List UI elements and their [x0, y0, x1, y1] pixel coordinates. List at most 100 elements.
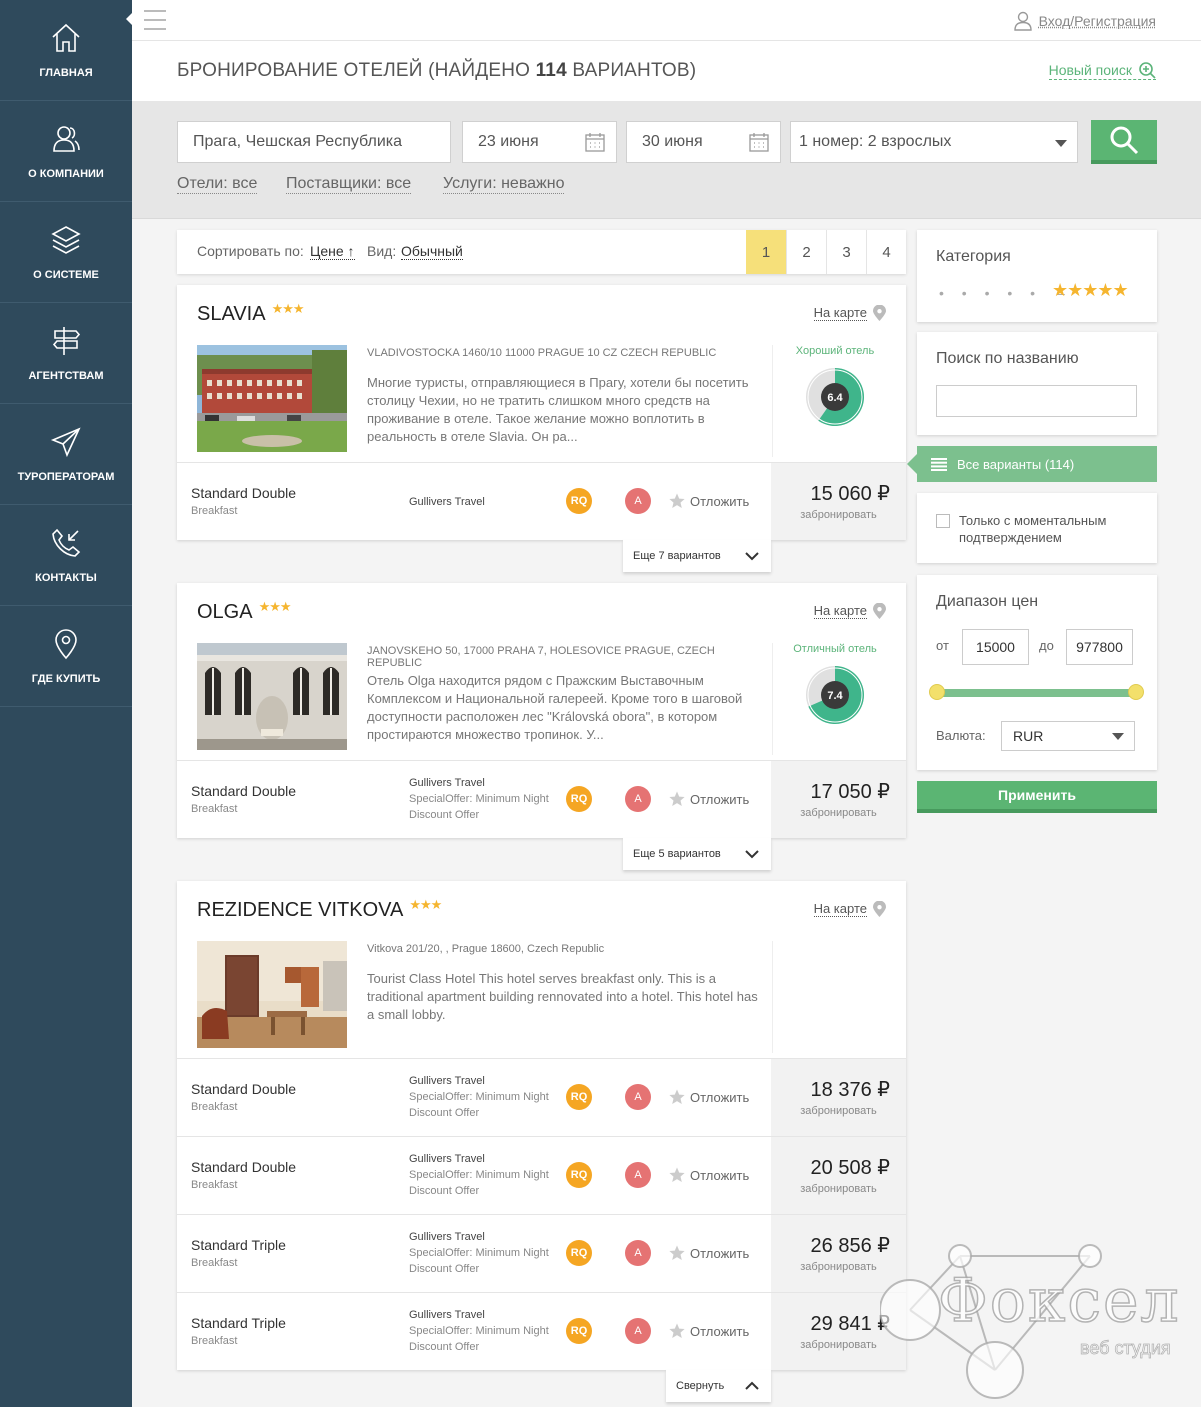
book-price-button[interactable]: 18 376 ₽ забронировать — [771, 1059, 906, 1136]
page-1-button[interactable]: 1 — [746, 230, 786, 274]
calendar-icon[interactable] — [748, 131, 770, 153]
price-slider-min-handle[interactable] — [929, 684, 945, 700]
star-icon — [669, 1167, 685, 1182]
users-icon — [53, 126, 80, 152]
services-filter-link[interactable]: Услуги: неважно — [443, 175, 565, 194]
postpone-button[interactable]: Отложить — [669, 493, 749, 509]
hotel-stars: ★★★ — [271, 301, 305, 316]
supplier-name: Gullivers Travel — [409, 496, 485, 508]
nav-item-touroperators[interactable]: ТУРОПЕРАТОРАМ — [0, 404, 132, 505]
book-price-button[interactable]: 29 841 ₽ забронировать — [771, 1293, 906, 1370]
chevron-up-icon — [745, 1381, 759, 1390]
watermark-logo: Фоксел веб студия — [880, 1240, 1201, 1407]
all-variants-button[interactable]: Все варианты (114) — [907, 446, 1157, 482]
currency-select[interactable]: RUR — [1001, 721, 1135, 751]
book-price-button[interactable]: 17 050 ₽ забронировать — [771, 761, 906, 838]
nav-item-contacts[interactable]: КОНТАКТЫ — [0, 505, 132, 606]
checkout-date-input[interactable]: 30 июня — [626, 121, 781, 163]
page-2-button[interactable]: 2 — [786, 230, 826, 274]
top-bar: Вход/Регистрация — [132, 0, 1201, 41]
checkin-date-input[interactable]: 23 июня — [462, 121, 617, 163]
postpone-button[interactable]: Отложить — [669, 1089, 749, 1105]
page-4-button[interactable]: 4 — [866, 230, 906, 274]
hotel-rating: Хороший отель 6.4 — [772, 345, 896, 457]
chevron-down-icon — [1055, 140, 1067, 147]
nav-item-where-to-buy[interactable]: ГДЕ КУПИТЬ — [0, 606, 132, 707]
paper-plane-icon — [50, 427, 81, 458]
star-icon — [669, 1245, 685, 1260]
guests-select[interactable]: 1 номер: 2 взрослых — [790, 121, 1078, 163]
book-price-button[interactable]: 20 508 ₽ забронировать — [771, 1137, 906, 1214]
hotel-description: Tourist Class Hotel This hotel serves br… — [367, 971, 758, 1022]
price-from-input[interactable]: 15000 — [962, 629, 1029, 665]
hotels-filter-link[interactable]: Отели: все — [177, 175, 258, 194]
postpone-button[interactable]: Отложить — [669, 1245, 749, 1261]
sort-by-price-link[interactable]: Цене ↑ — [310, 243, 355, 260]
collapse-variants-button[interactable]: Свернуть — [666, 1370, 771, 1402]
rating-score: 6.4 — [827, 392, 843, 404]
nav-item-agencies[interactable]: АГЕНТСТВАМ — [0, 303, 132, 404]
hotel-address: Vitkova 201/20, , Prague 18600, Czech Re… — [367, 943, 605, 955]
instant-confirmation-checkbox[interactable] — [936, 514, 950, 528]
new-search-link[interactable]: Новый поиск — [1048, 61, 1156, 80]
on-request-badge: RQ — [566, 1318, 592, 1344]
hotel-name[interactable]: SLAVIA ★★★ — [197, 301, 305, 326]
category-min-dots[interactable]: • • • • • – — [939, 285, 1065, 301]
login-link[interactable]: Вход/Регистрация — [1013, 11, 1156, 31]
apply-filters-button[interactable]: Применить — [917, 781, 1157, 813]
meal-plan: Breakfast — [191, 1101, 238, 1113]
meal-plan: Breakfast — [191, 505, 238, 517]
hotel-name[interactable]: OLGA ★★★ — [197, 599, 292, 624]
price-slider-max-handle[interactable] — [1128, 684, 1144, 700]
offer-row: Standard Double Breakfast Gullivers Trav… — [177, 1136, 906, 1214]
user-icon — [1013, 11, 1032, 31]
availability-badge: A — [625, 1084, 651, 1110]
show-on-map-link[interactable]: На карте — [813, 901, 886, 917]
postpone-button[interactable]: Отложить — [669, 1323, 749, 1339]
on-request-badge: RQ — [566, 1240, 592, 1266]
hotel-name-search-input[interactable] — [936, 385, 1137, 417]
destination-input[interactable]: Прага, Чешская Республика — [177, 121, 451, 163]
page-3-button[interactable]: 3 — [826, 230, 866, 274]
currency-label: Валюта: — [936, 728, 986, 743]
calendar-icon[interactable] — [584, 131, 606, 153]
postpone-button[interactable]: Отложить — [669, 791, 749, 807]
show-on-map-link[interactable]: На карте — [813, 305, 886, 321]
hotel-name[interactable]: REZIDENCE VITKOVA ★★★ — [197, 897, 442, 922]
menu-burger-icon[interactable] — [144, 10, 166, 30]
nav-item-label: ГДЕ КУПИТЬ — [31, 673, 101, 685]
hotel-photo[interactable] — [197, 643, 347, 750]
view-mode-link[interactable]: Обычный — [401, 243, 463, 260]
availability-badge: A — [625, 786, 651, 812]
postpone-button[interactable]: Отложить — [669, 1167, 749, 1183]
map-pin-icon — [873, 603, 886, 619]
book-price-button[interactable]: 26 856 ₽ забронировать — [771, 1215, 906, 1292]
nav-item-home[interactable]: ГЛАВНАЯ — [0, 0, 132, 101]
book-label: забронировать — [800, 1183, 877, 1195]
book-price-button[interactable]: 15 060 ₽ забронировать — [771, 463, 906, 540]
category-max-stars[interactable]: ★★★★★ — [1052, 280, 1129, 301]
category-title: Категория — [936, 248, 1011, 265]
supplier-info: Gullivers Travel SpecialOffer: Minimum Ni… — [409, 1153, 549, 1197]
nav-item-about-company[interactable]: О КОМПАНИИ — [0, 101, 132, 202]
on-request-badge: RQ — [566, 488, 592, 514]
hotel-photo[interactable] — [197, 345, 347, 452]
price-slider-track[interactable] — [936, 689, 1137, 697]
search-bar: Прага, Чешская Республика 23 июня 30 июн… — [132, 101, 1201, 219]
supplier-info: Gullivers Travel SpecialOffer: Minimum Ni… — [409, 1075, 549, 1119]
login-label: Вход/Регистрация — [1038, 13, 1156, 29]
page-header: БРОНИРОВАНИЕ ОТЕЛЕЙ (НАЙДЕНО 114 ВАРИАНТ… — [132, 41, 1201, 101]
suppliers-filter-link[interactable]: Поставщики: все — [286, 175, 412, 194]
more-variants-button[interactable]: Еще 5 вариантов — [623, 838, 771, 870]
price-to-input[interactable]: 977800 — [1066, 629, 1133, 665]
price: 18 376 ₽ — [810, 1079, 890, 1101]
show-on-map-link[interactable]: На карте — [813, 603, 886, 619]
search-button[interactable] — [1091, 120, 1157, 164]
nav-item-about-system[interactable]: О СИСТЕМЕ — [0, 202, 132, 303]
meal-plan: Breakfast — [191, 1257, 238, 1269]
hotel-photo[interactable] — [197, 941, 347, 1048]
nav-item-label: О СИСТЕМЕ — [33, 269, 99, 281]
hotel-address: JANOVSKEHO 50, 17000 PRAHA 7, HOLESOVICE… — [367, 645, 715, 669]
rating-label: Отличный отель — [793, 643, 877, 655]
more-variants-button[interactable]: Еще 7 вариантов — [623, 540, 771, 572]
